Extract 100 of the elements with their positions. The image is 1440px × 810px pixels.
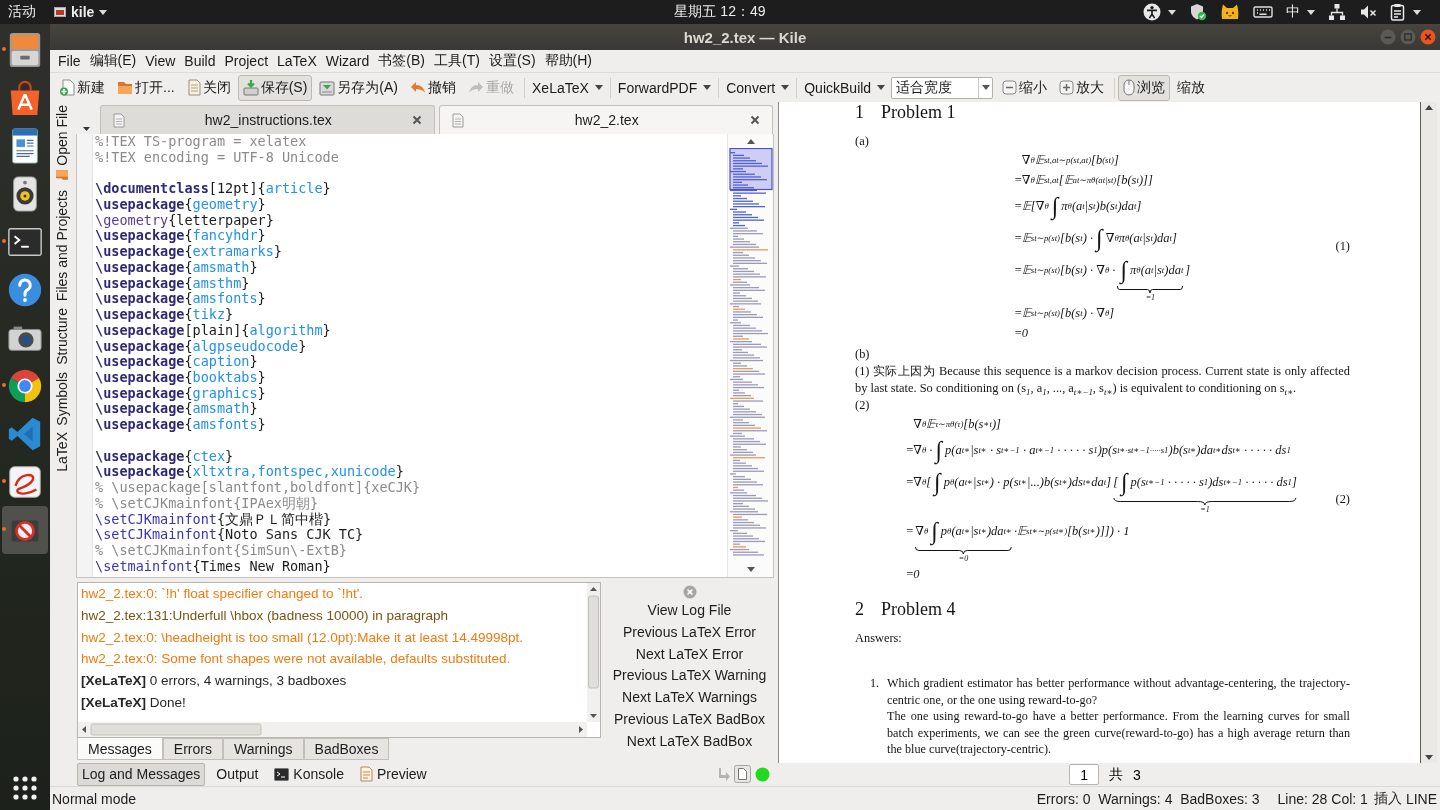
code-line: \usepackage{amsfonts} [95,417,267,433]
part-label: (2) [855,397,871,414]
toolbar-button[interactable]: 新建 [54,74,110,101]
code-line: \usepackage{booktabs} [95,370,267,386]
editor-tab[interactable]: hw2_instructions.tex [100,105,435,134]
keyboard-icon[interactable] [1253,5,1273,19]
menu-item[interactable]: 帮助(H) [540,51,596,71]
code-line: \usepackage{amsthm} [95,275,251,292]
section-number: 2 [855,599,864,619]
math-text: = [1014,324,1022,342]
code-line: \usepackage[plain]{algorithm} [95,322,332,339]
clipboard-icon [1390,3,1406,21]
scroll-down-icon[interactable] [1425,755,1433,760]
cat-face-icon[interactable] [1220,3,1240,21]
menu-item[interactable]: 书签(B) [374,51,429,71]
horizontal-scrollbar[interactable] [78,722,587,737]
log-tab[interactable]: BadBoxes [303,738,390,760]
tricolor-ball-icon [6,367,44,405]
toolbar-button[interactable]: 放大 [1054,74,1110,101]
side-tab[interactable]: Symbols [54,369,70,428]
menu-item[interactable]: Wizard [321,51,374,71]
integral-sign: ∫ [1120,256,1128,286]
menu-item[interactable]: View [141,51,180,71]
network-icon[interactable] [1328,3,1346,21]
side-tab[interactable]: Open File [54,103,70,185]
toolbar-button[interactable]: 关闭 [181,74,236,101]
panel-tab[interactable]: Output [211,762,264,786]
log-action-button[interactable]: Next LaTeX BadBox [624,730,755,753]
toolbar-button[interactable]: 浏览 [1118,74,1171,101]
log-message: [XeLaTeX] 0 errors, 4 warnings, 3 badboxes [81,672,348,691]
editor-tab[interactable]: hw2_2.tex [438,105,773,134]
code-line: \setmainfont{Times New Roman} [95,558,332,575]
menu-item[interactable]: LaTeX [273,51,321,71]
close-icon[interactable] [411,115,422,125]
caret-icon[interactable] [82,127,90,131]
accessibility-icon [1143,3,1161,21]
side-tab[interactable]: Files and Projects [54,187,70,303]
page-of-label: 共 [1109,765,1124,784]
close-icon[interactable] [1420,29,1436,45]
shield-icon[interactable] [1189,3,1207,21]
vertical-scrollbar[interactable] [587,583,600,722]
menu-item[interactable]: Build [180,51,220,71]
app-grid-icon[interactable] [13,776,37,800]
math-text: = [906,473,914,491]
close-icon[interactable] [750,115,760,125]
toolbar-dropdown[interactable]: ForwardPDF [613,74,716,101]
toolbar-dropdown[interactable]: QuickBuild [800,74,890,101]
menu-item[interactable]: File [54,51,85,71]
toolbar-button[interactable]: 打开... [112,74,180,101]
log-tab[interactable]: Warnings [222,738,304,760]
menu-item[interactable]: Project [220,51,273,71]
input-method-menu[interactable]: 中 [1281,1,1320,23]
toolbar-dropdown[interactable]: XeLaTeX [528,74,607,101]
log-tab[interactable]: Errors [162,738,223,760]
panel-tab[interactable]: Konsole [269,762,349,786]
status-position: Line: 28 Col: 1 [1277,790,1368,807]
log-action-button[interactable]: Previous LaTeX BadBox [612,709,767,731]
status-mode: Normal mode [52,790,137,807]
toolbar-button[interactable]: 撤销 [405,74,461,101]
log-tab[interactable]: Messages [77,738,163,760]
math-text: = [1014,171,1022,189]
math-text: = [906,565,914,583]
underbrace-icon [915,547,1012,554]
toolbar-dropdown[interactable]: Convert [722,74,794,101]
scroll-up-icon[interactable] [746,138,755,144]
side-tab[interactable]: Structure [54,306,70,367]
page-icon[interactable] [734,765,751,783]
zoom-combo-field[interactable]: 适合宽度 [891,76,994,99]
toolbar-button[interactable]: 缩放 [1172,74,1211,101]
log-action-button[interactable]: Previous LaTeX Error [620,621,759,644]
scroll-down-icon[interactable] [746,566,755,572]
menu-item[interactable]: 编辑(E) [85,51,141,71]
caret-icon [981,85,990,90]
page-number-field[interactable]: 1 [1069,764,1100,785]
scroll-up-icon[interactable] [1425,105,1433,110]
panel-tab[interactable]: Preview [354,762,432,786]
log-action-button[interactable]: View Log File [645,600,734,622]
brace-label: =1 [1144,293,1157,303]
toolbar-button[interactable]: 缩小 [997,74,1053,101]
code-line: \geometry{letterpaper} [95,212,275,229]
log-action-button[interactable]: Next LaTeX Error [633,643,746,666]
log-action-button[interactable]: Previous LaTeX Warning [610,665,769,688]
toolbar-button[interactable]: 保存(S) [237,74,313,101]
app-menu[interactable]: kile [50,1,112,23]
pdf-scrollbar[interactable] [1420,102,1437,763]
paragraph: (1) 实际上因为 Because this sequence is a markov decision process. Current state is only affected by last state. So conditioning on (s$_{1}$, a$_{1}$, ..., a$_{t∗−1}$, s$_{t∗}$) is equivalent to conditioning on s$_{t∗}$. [855,363,1350,397]
menu-item[interactable]: 工具(T) [430,51,484,71]
math-text: = [1014,197,1022,215]
dock-launcher[interactable] [2,506,48,554]
panel-tab[interactable]: Log and Messages [77,762,206,786]
volume-muted-icon[interactable] [1359,3,1377,21]
log-action-button[interactable]: Next LaTeX Warnings [620,687,759,709]
mouse-icon [1123,79,1136,96]
new-file-icon [59,79,75,96]
list-paragraph: Which gradient estimator has better performance without advantage-centering, the trajectory-centric one, or the one using reward-to-go? [887,675,1350,709]
menu-item[interactable]: 设置(S) [484,51,540,71]
activities-button[interactable]: 活动 [4,1,40,23]
toolbar-button[interactable]: 另存为(A) [314,74,403,101]
clock[interactable]: 星期五 12：49 [674,3,766,21]
side-tab[interactable]: LaTeX [54,430,70,475]
